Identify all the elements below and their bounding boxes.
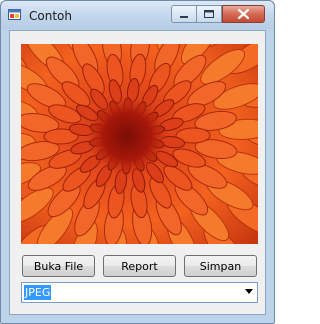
maximize-icon [204, 10, 214, 18]
window-title: Contoh [29, 9, 72, 23]
chevron-down-icon[interactable] [245, 289, 253, 294]
close-icon [237, 8, 250, 20]
save-button[interactable]: Simpan [184, 255, 257, 277]
minimize-button[interactable] [171, 5, 197, 23]
close-button[interactable] [222, 5, 265, 23]
app-window: Contoh Buka File Report Simpan JPEG [0, 0, 275, 324]
maximize-button[interactable] [196, 5, 222, 23]
image-format-select[interactable]: JPEG [21, 282, 258, 303]
picture-box-flower-image [21, 44, 258, 244]
report-button[interactable]: Report [103, 255, 176, 277]
image-format-select-value: JPEG [24, 285, 52, 300]
title-bar[interactable]: Contoh [1, 1, 274, 29]
form-client-area: Buka File Report Simpan JPEG [9, 30, 266, 315]
app-window-icon [8, 9, 21, 20]
open-file-button[interactable]: Buka File [22, 255, 95, 277]
minimize-icon [180, 16, 188, 18]
